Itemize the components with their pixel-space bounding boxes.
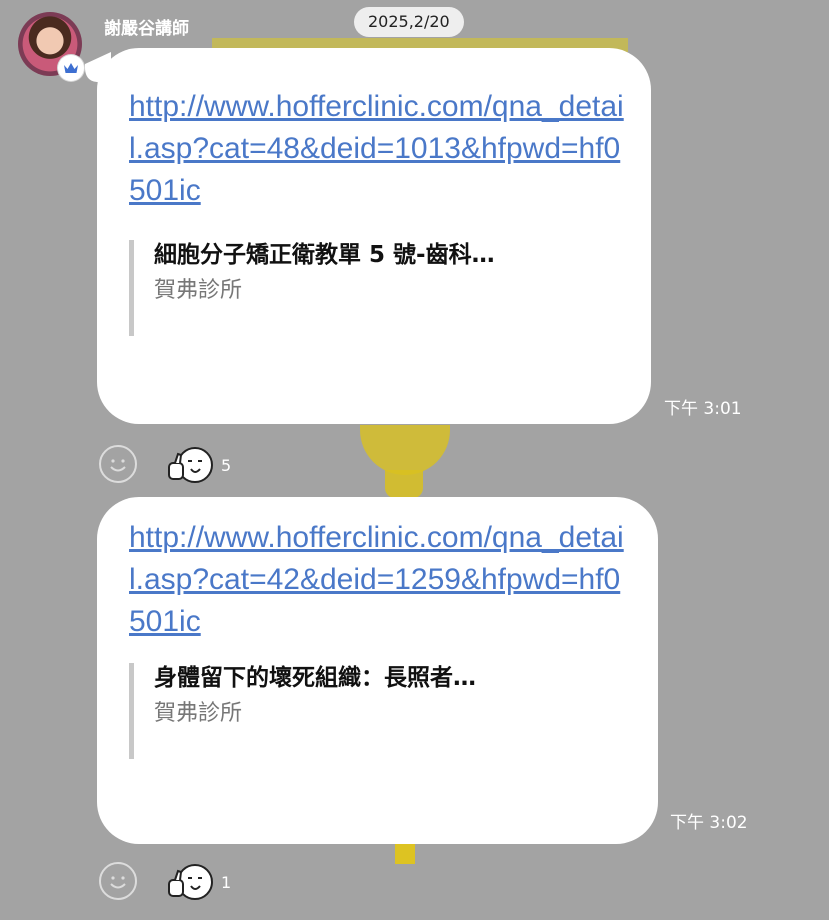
background-art [360,425,450,475]
reaction-summary[interactable]: 5 [167,445,231,485]
reaction-count: 5 [221,455,232,475]
message-bubble[interactable]: http://www.hofferclinic.com/qna_detail.a… [85,48,651,424]
preview-title: 細胞分子矯正衛教單 5 號-齒科… [154,242,495,268]
smiley-outline-icon[interactable] [99,862,137,900]
link-preview[interactable]: 身體留下的壞死組織：長照者… 賀弗診所 [129,663,634,759]
preview-site: 賀弗診所 [154,278,243,303]
message-bubble[interactable]: http://www.hofferclinic.com/qna_detail.a… [97,497,658,844]
sender-name[interactable]: 謝嚴谷講師 [104,14,189,39]
thumbs-up-face-emoji [168,864,213,900]
thumbs-up-face-emoji [168,447,213,483]
crown-icon [58,55,84,81]
message-time: 下午 3:01 [664,399,742,419]
preview-title: 身體留下的壞死組織：長照者… [154,665,476,691]
message-time: 下午 3:02 [670,813,748,833]
message-link[interactable]: http://www.hofferclinic.com/qna_detail.a… [129,517,634,643]
message-link[interactable]: http://www.hofferclinic.com/qna_detail.a… [129,86,627,212]
link-preview[interactable]: 細胞分子矯正衛教單 5 號-齒科… 賀弗診所 [129,240,627,336]
date-pill: 2025,2/20 [354,7,464,37]
reaction-count: 1 [221,872,232,892]
preview-site: 賀弗診所 [154,701,243,726]
background-art [385,470,423,498]
reaction-summary[interactable]: 1 [167,862,231,902]
smiley-outline-icon[interactable] [99,445,137,483]
bubble-tail [85,51,111,91]
background-art [395,842,415,864]
